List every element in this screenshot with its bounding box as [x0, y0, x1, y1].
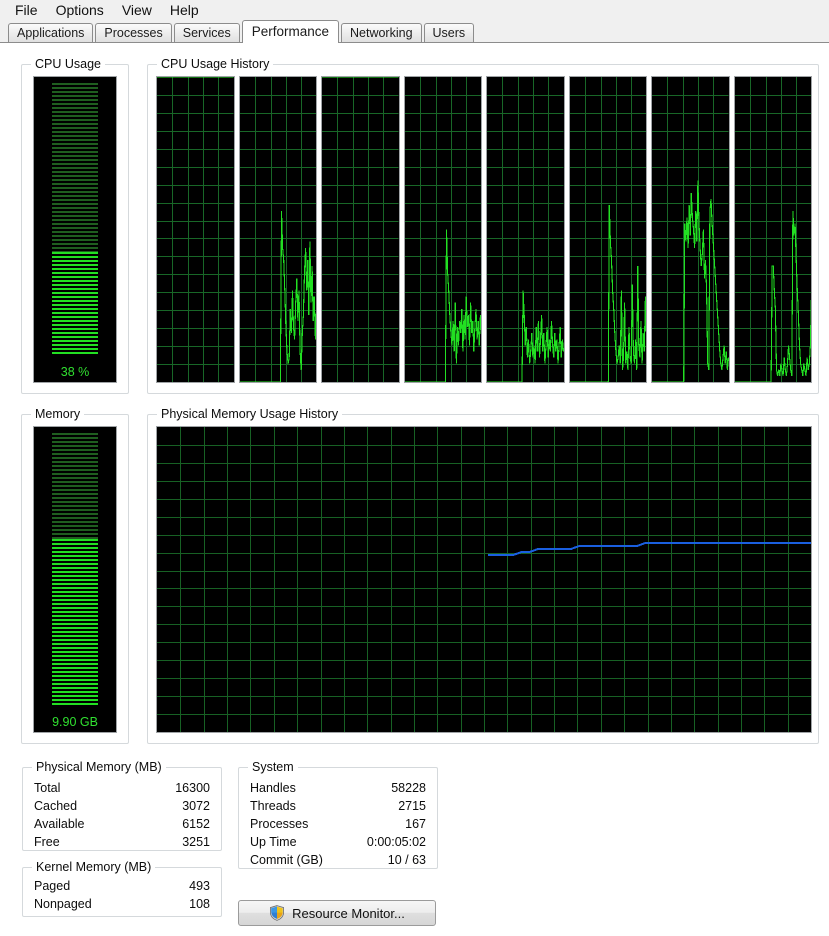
stat-value: 493 [189, 879, 210, 893]
cpu-core-plot-2 [322, 77, 399, 382]
stat-label: Threads [250, 799, 296, 813]
stat-label: Available [34, 817, 85, 831]
uac-shield-icon [269, 905, 285, 921]
stat-label: Commit (GB) [250, 853, 323, 867]
cpu-core-graph-6 [651, 76, 730, 383]
memory-meter-filled [52, 539, 98, 705]
stat-label: Total [34, 781, 61, 795]
tab-networking[interactable]: Networking [341, 23, 422, 42]
cpu-core-graph-3 [403, 76, 482, 383]
cpu-usage-meter-track [52, 83, 98, 355]
table-row: Available 6152 [34, 815, 210, 833]
performance-tab-panel: CPU Usage 38 % Memory 9.90 GB CPU Usage … [0, 44, 829, 936]
tab-applications[interactable]: Applications [8, 23, 94, 42]
table-row: Paged 493 [34, 877, 210, 895]
cpu-history-legend: CPU Usage History [157, 57, 274, 71]
stat-value: 6152 [182, 817, 210, 831]
cpu-core-plot-4 [487, 77, 564, 382]
tab-strip: Applications Processes Services Performa… [0, 20, 829, 43]
table-row: Total 16300 [34, 779, 210, 797]
table-row: Free 3251 [34, 833, 210, 851]
cpu-usage-meter-unfilled [52, 83, 98, 252]
table-row: Commit (GB) 10 / 63 [250, 851, 426, 869]
kernel-memory-group: Kernel Memory (MB) Paged 493 Nonpaged 10… [22, 860, 222, 917]
system-group: System Handles 58228 Threads 2715 Proces… [238, 760, 438, 869]
cpu-core-graph-4 [486, 76, 565, 383]
cpu-core-plot-5 [569, 77, 646, 382]
tab-processes[interactable]: Processes [95, 23, 172, 42]
stat-value: 108 [189, 897, 210, 911]
resource-monitor-button[interactable]: Resource Monitor... [238, 900, 436, 926]
memory-meter: 9.90 GB [33, 426, 117, 733]
table-row: Cached 3072 [34, 797, 210, 815]
table-row: Threads 2715 [250, 797, 426, 815]
cpu-core-graph-5 [568, 76, 647, 383]
stat-label: Handles [250, 781, 296, 795]
stat-value: 0:00:05:02 [366, 835, 426, 849]
stat-label: Processes [250, 817, 309, 831]
memory-meter-legend: Memory [31, 407, 85, 421]
physical-memory-legend: Physical Memory (MB) [32, 760, 166, 774]
memory-history-legend: Physical Memory Usage History [157, 407, 343, 421]
table-row: Up Time 0:00:05:02 [250, 833, 426, 851]
table-row: Processes 167 [250, 815, 426, 833]
stat-label: Up Time [250, 835, 297, 849]
memory-history-graph [156, 426, 812, 733]
stat-value: 10 / 63 [387, 853, 426, 867]
menu-bar: File Options View Help [0, 0, 829, 21]
stat-label: Cached [34, 799, 78, 813]
resource-monitor-label: Resource Monitor... [292, 905, 405, 921]
stat-label: Free [34, 835, 60, 849]
stat-value: 58228 [391, 781, 426, 795]
cpu-core-plot-1 [239, 77, 316, 382]
stat-value: 167 [405, 817, 426, 831]
memory-meter-group: Memory 9.90 GB [21, 407, 129, 744]
cpu-core-graph-7 [733, 76, 812, 383]
cpu-usage-meter: 38 % [33, 76, 117, 383]
table-row: Handles 58228 [250, 779, 426, 797]
kernel-memory-legend: Kernel Memory (MB) [32, 860, 156, 874]
cpu-core-plot-3 [404, 77, 481, 382]
menu-help[interactable]: Help [161, 0, 208, 21]
cpu-core-graph-2 [321, 76, 400, 383]
memory-history-plot [157, 427, 811, 732]
cpu-core-plot-7 [734, 77, 811, 382]
cpu-history-group: CPU Usage History [147, 57, 819, 394]
menu-options[interactable]: Options [47, 0, 113, 21]
memory-meter-value: 9.90 GB [52, 715, 98, 729]
cpu-core-graph-0 [156, 76, 235, 383]
stat-value: 2715 [398, 799, 426, 813]
cpu-usage-value: 38 % [60, 365, 90, 379]
memory-meter-unfilled [52, 433, 98, 540]
menu-file[interactable]: File [6, 0, 47, 21]
stat-value: 3251 [182, 835, 210, 849]
memory-history-group: Physical Memory Usage History [147, 407, 819, 744]
tab-services[interactable]: Services [173, 23, 240, 42]
stat-value: 3072 [182, 799, 210, 813]
cpu-usage-meter-filled [52, 251, 98, 355]
cpu-core-plot-6 [652, 77, 729, 382]
system-legend: System [248, 760, 298, 774]
memory-meter-track [52, 433, 98, 705]
tab-performance[interactable]: Performance [241, 20, 339, 43]
tab-users[interactable]: Users [423, 23, 475, 42]
cpu-core-graph-1 [238, 76, 317, 383]
stat-label: Paged [34, 879, 71, 893]
physical-memory-group: Physical Memory (MB) Total 16300 Cached … [22, 760, 222, 851]
stat-value: 16300 [175, 781, 210, 795]
table-row: Nonpaged 108 [34, 895, 210, 913]
stat-label: Nonpaged [34, 897, 92, 911]
cpu-usage-legend: CPU Usage [31, 57, 105, 71]
cpu-usage-group: CPU Usage 38 % [21, 57, 129, 394]
cpu-core-plot-0 [157, 77, 234, 382]
menu-view[interactable]: View [113, 0, 161, 21]
